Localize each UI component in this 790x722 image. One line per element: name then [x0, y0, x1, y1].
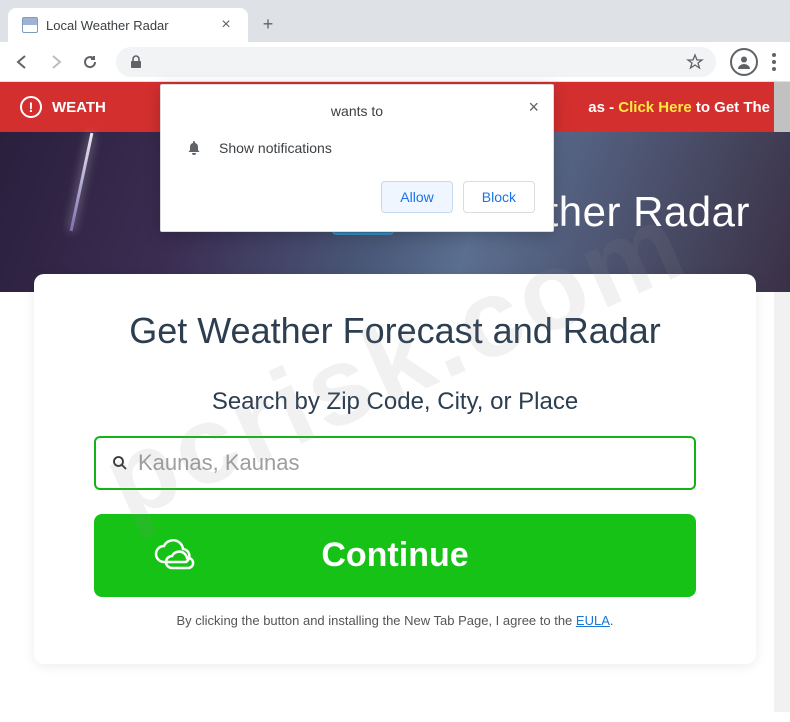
browser-tab[interactable]: Local Weather Radar ×	[8, 8, 248, 42]
block-button[interactable]: Block	[463, 181, 535, 213]
alert-text-right: as - Click Here to Get The	[588, 99, 770, 116]
search-box[interactable]	[94, 436, 696, 490]
account-icon[interactable]	[730, 48, 758, 76]
alert-link[interactable]: Click Here	[618, 99, 691, 116]
bell-icon	[185, 139, 203, 157]
close-icon[interactable]: ×	[528, 97, 539, 118]
favicon-icon	[22, 17, 38, 33]
alert-icon: !	[20, 96, 42, 118]
eula-link[interactable]: EULA	[576, 613, 610, 628]
continue-button[interactable]: Continue	[94, 514, 696, 597]
lock-icon	[128, 54, 144, 70]
reload-button[interactable]	[74, 46, 106, 78]
close-tab-icon[interactable]: ×	[218, 16, 234, 34]
bookmark-star-icon[interactable]	[686, 53, 704, 71]
tab-title: Local Weather Radar	[46, 18, 210, 33]
notification-title: wants to	[179, 103, 535, 119]
forward-button[interactable]	[40, 46, 72, 78]
tab-strip: Local Weather Radar × +	[0, 0, 790, 42]
menu-button[interactable]	[764, 53, 784, 71]
search-card: Get Weather Forecast and Radar Search by…	[34, 274, 756, 664]
new-tab-button[interactable]: +	[254, 10, 282, 38]
search-label: Search by Zip Code, City, or Place	[94, 388, 696, 416]
alert-text: WEATH	[52, 99, 106, 116]
address-bar[interactable]	[116, 47, 716, 77]
cloud-icon	[148, 536, 204, 576]
back-button[interactable]	[6, 46, 38, 78]
notification-text: Show notifications	[219, 140, 332, 156]
search-input[interactable]	[138, 450, 678, 476]
hero-title: ather Radar	[523, 188, 750, 236]
continue-label: Continue	[321, 536, 468, 575]
allow-button[interactable]: Allow	[381, 181, 452, 213]
search-icon	[112, 455, 128, 471]
notification-popup: × wants to Show notifications Allow Bloc…	[160, 84, 554, 232]
card-title: Get Weather Forecast and Radar	[94, 310, 696, 352]
disclaimer: By clicking the button and installing th…	[94, 613, 696, 628]
toolbar	[0, 42, 790, 82]
